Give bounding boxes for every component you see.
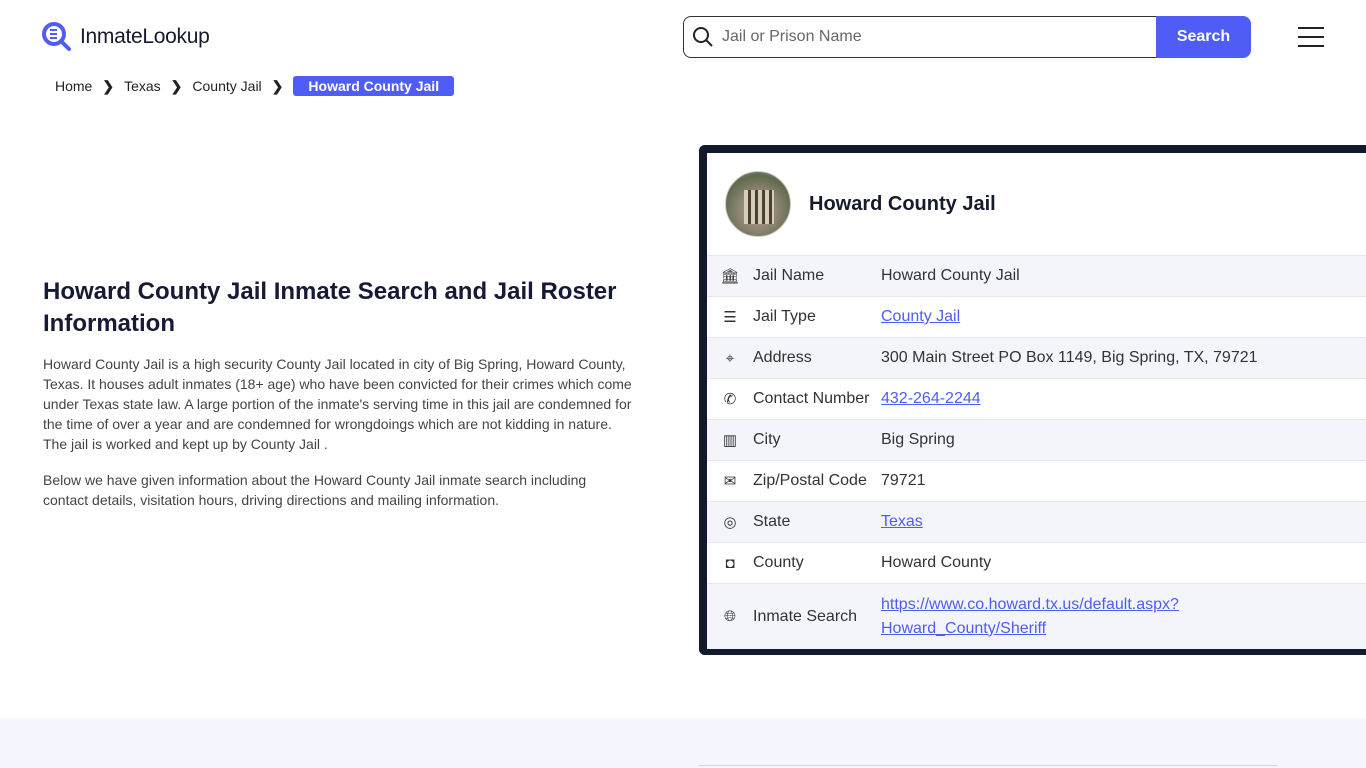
breadcrumb-home[interactable]: Home [55, 78, 92, 94]
row-label: County [753, 554, 804, 571]
row-label: Address [753, 349, 812, 366]
breadcrumb-texas[interactable]: Texas [124, 78, 161, 94]
jail-type-link[interactable]: County Jail [881, 308, 960, 325]
list-icon: ☰ [723, 309, 737, 326]
row-value: Howard County [881, 554, 992, 571]
description: Howard County Jail is a high security Co… [43, 354, 633, 526]
description-paragraph: Below we have given information about th… [43, 472, 587, 508]
globe-icon: ◎ [723, 514, 737, 531]
inmate-search-link[interactable]: https://www.co.howard.tx.us/default.aspx… [881, 596, 1179, 637]
next-section [0, 718, 1366, 768]
map-pin-icon: ⌖ [725, 349, 735, 367]
web-icon: 🌐︎ [723, 608, 736, 625]
search-icon [693, 27, 713, 47]
description-paragraph: Howard County Jail is a high security Co… [43, 356, 632, 452]
bank-icon: 🏛︎ [720, 268, 740, 285]
row-value: 79721 [881, 472, 926, 489]
jail-photo [725, 171, 791, 237]
county-icon: ◘ [725, 554, 735, 572]
state-link[interactable]: Texas [881, 513, 923, 530]
row-label: Jail Type [753, 308, 816, 325]
info-row-county: ◘ County Howard County [707, 542, 1366, 583]
mail-icon: ✉ [723, 473, 737, 490]
breadcrumb: Home ❯ Texas ❯ County Jail ❯ Howard County … [55, 76, 455, 96]
info-row-zip: ✉ Zip/Postal Code 79721 [707, 460, 1366, 501]
search-bar: Search [683, 16, 1251, 58]
link-line[interactable]: Howard_County/Sheriff [881, 620, 1046, 637]
page-title: Howard County Jail Inmate Search and Jai… [43, 278, 617, 337]
info-row-contact: ✆ Contact Number 432-264-2244 [707, 378, 1366, 419]
hamburger-menu-icon[interactable] [1298, 27, 1324, 47]
row-label: Jail Name [753, 267, 825, 284]
info-row-inmate-search: 🌐︎ Inmate Search https://www.co.howard.tx.… [707, 583, 1366, 649]
row-label: Contact Number [753, 390, 870, 407]
magnifier-logo-icon [42, 22, 71, 51]
info-row-city: ▥ City Big Spring [707, 419, 1366, 460]
info-row-jail-type: ☰ Jail Type County Jail [707, 296, 1366, 337]
chevron-right-icon: ❯ [271, 77, 284, 94]
row-value: Howard County Jail [881, 267, 1020, 284]
map-icon: ▥ [722, 432, 738, 449]
chevron-right-icon: ❯ [170, 77, 183, 94]
logo[interactable]: InmateLookup [42, 22, 210, 52]
row-value: Big Spring [881, 431, 955, 448]
breadcrumb-county-jail[interactable]: County Jail [192, 78, 261, 94]
search-button[interactable]: Search [1156, 16, 1251, 58]
link-line[interactable]: https://www.co.howard.tx.us/default.aspx… [881, 596, 1179, 613]
search-input[interactable] [722, 28, 1122, 46]
row-label: Inmate Search [753, 607, 858, 625]
logo-text: InmateLookup [80, 25, 210, 48]
phone-link[interactable]: 432-264-2244 [881, 390, 981, 407]
phone-icon: ✆ [723, 391, 737, 408]
row-label: Zip/Postal Code [753, 472, 867, 489]
info-row-address: ⌖ Address 300 Main Street PO Box 1149, Big… [707, 337, 1366, 378]
jail-info-card: Howard County Jail 🏛︎ Jail Name Howard Cou… [699, 145, 1366, 655]
info-row-state: ◎ State Texas [707, 501, 1366, 542]
row-label: State [753, 513, 791, 530]
row-label: City [753, 431, 781, 448]
search-field[interactable] [683, 16, 1156, 58]
row-value: 300 Main Street PO Box 1149, Big Spring,… [881, 349, 1258, 366]
card-title: Howard County Jail [809, 192, 996, 215]
breadcrumb-current: Howard County Jail [293, 76, 455, 96]
info-row-jail-name: 🏛︎ Jail Name Howard County Jail [707, 255, 1366, 296]
chevron-right-icon: ❯ [102, 77, 115, 94]
